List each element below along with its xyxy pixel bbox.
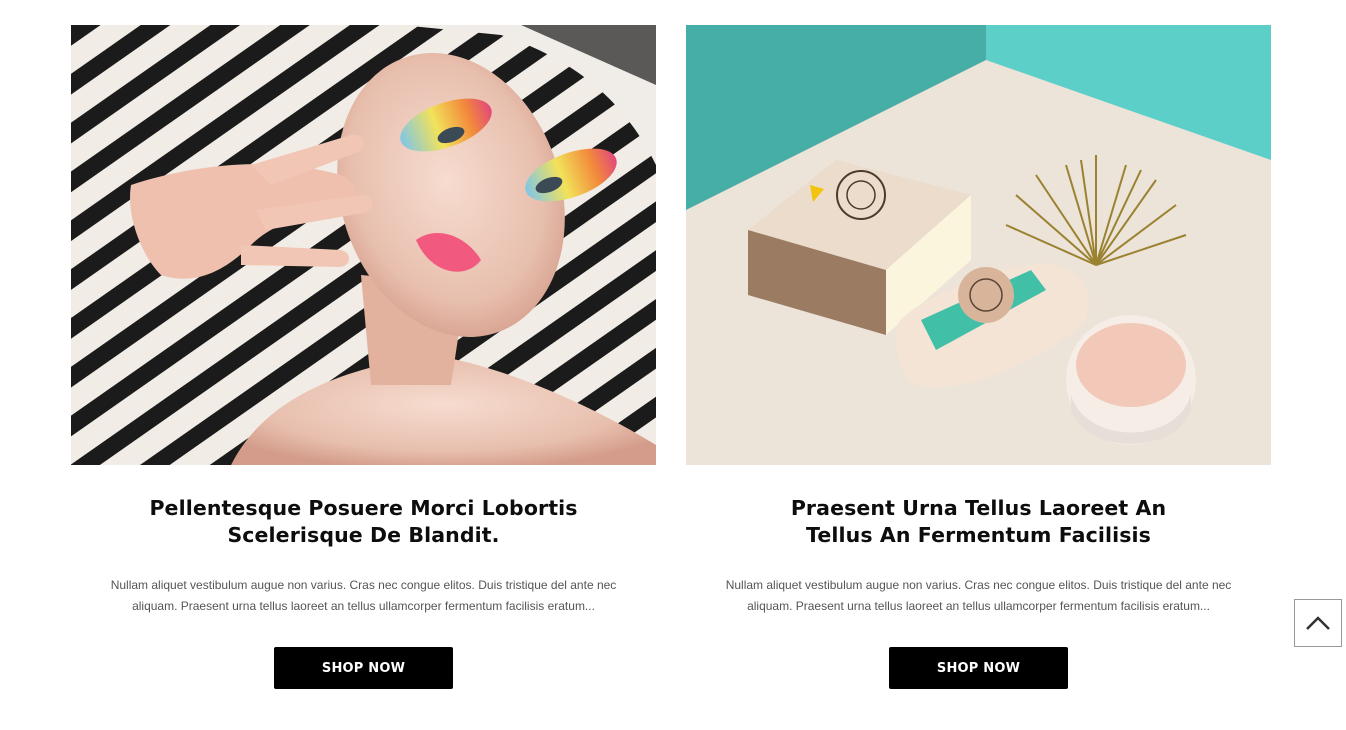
card-title[interactable]: Pellentesque Posuere Morci Lobortis Scel… — [71, 495, 656, 549]
scroll-to-top-button[interactable] — [1294, 599, 1342, 647]
card-title[interactable]: Praesent Urna Tellus Laoreet An Tellus A… — [686, 495, 1271, 549]
shop-now-button[interactable]: SHOP NOW — [889, 647, 1068, 689]
model-photo — [71, 25, 656, 465]
shop-now-button[interactable]: SHOP NOW — [274, 647, 453, 689]
card-description: Nullam aliquet vestibulum augue non vari… — [725, 578, 1232, 613]
chevron-up-icon — [1306, 616, 1330, 630]
page: Pellentesque Posuere Morci Lobortis Scel… — [0, 0, 1346, 730]
card-description: Nullam aliquet vestibulum augue non vari… — [110, 578, 617, 613]
blog-card-2: Praesent Urna Tellus Laoreet An Tellus A… — [686, 25, 1271, 689]
card-image-products[interactable] — [686, 25, 1271, 465]
products-photo — [686, 25, 1271, 465]
card-image-model[interactable] — [71, 25, 656, 465]
blog-card-1: Pellentesque Posuere Morci Lobortis Scel… — [71, 25, 656, 689]
